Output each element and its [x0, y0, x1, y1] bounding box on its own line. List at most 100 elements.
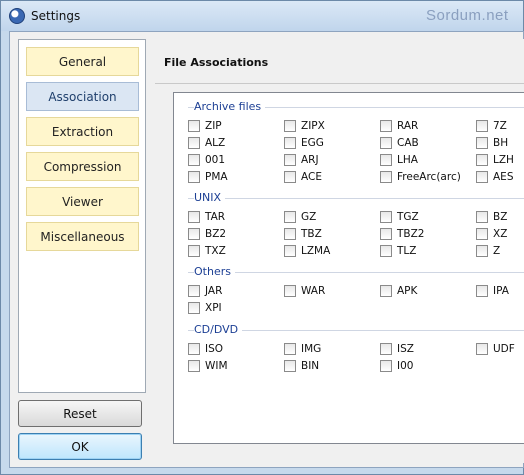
association-option[interactable]: 7Z: [476, 119, 507, 133]
title-bar[interactable]: Settings Sordum.net: [1, 1, 523, 31]
checkbox[interactable]: [476, 171, 488, 183]
checkbox[interactable]: [380, 228, 392, 240]
watermark-text: Sordum.net: [426, 7, 509, 24]
checkbox[interactable]: [284, 171, 296, 183]
checkbox-label: Z: [493, 245, 501, 257]
checkbox[interactable]: [380, 154, 392, 166]
reset-button[interactable]: Reset: [18, 400, 142, 427]
checkbox[interactable]: [188, 137, 200, 149]
association-option[interactable]: XPI: [188, 301, 222, 315]
checkbox[interactable]: [476, 343, 488, 355]
checkbox[interactable]: [188, 228, 200, 240]
association-option[interactable]: TAR: [188, 210, 225, 224]
association-option[interactable]: GZ: [284, 210, 316, 224]
association-option[interactable]: ISO: [188, 342, 223, 356]
checkbox[interactable]: [284, 285, 296, 297]
association-option[interactable]: 001: [188, 153, 225, 167]
checkbox[interactable]: [380, 343, 392, 355]
checkbox[interactable]: [188, 285, 200, 297]
checkbox[interactable]: [380, 137, 392, 149]
association-option[interactable]: BZ: [476, 210, 507, 224]
association-option[interactable]: TGZ: [380, 210, 419, 224]
association-option[interactable]: IMG: [284, 342, 321, 356]
checkbox[interactable]: [380, 245, 392, 257]
association-option[interactable]: I00: [380, 359, 413, 373]
association-option[interactable]: IPA: [476, 284, 509, 298]
checkbox-label: LHA: [397, 154, 418, 166]
checkbox-label: ZIPX: [301, 120, 325, 132]
nav-compression-button[interactable]: Compression: [26, 152, 139, 181]
checkbox[interactable]: [284, 343, 296, 355]
checkbox[interactable]: [476, 228, 488, 240]
association-option[interactable]: FreeArc(arc): [380, 170, 461, 184]
association-option[interactable]: ISZ: [380, 342, 414, 356]
association-option[interactable]: WAR: [284, 284, 325, 298]
checkbox-label: WIM: [205, 360, 228, 372]
association-option[interactable]: ALZ: [188, 136, 225, 150]
file-associations-panel: File Associations Archive files ZIP ZIPX RA…: [155, 39, 524, 463]
nav-general-button[interactable]: General: [26, 47, 139, 76]
association-option[interactable]: EGG: [284, 136, 324, 150]
association-option[interactable]: LZH: [476, 153, 514, 167]
checkbox-label: ISZ: [397, 343, 414, 355]
checkbox[interactable]: [476, 245, 488, 257]
checkbox[interactable]: [188, 154, 200, 166]
association-option[interactable]: BIN: [284, 359, 319, 373]
checkbox[interactable]: [188, 360, 200, 372]
checkbox[interactable]: [476, 285, 488, 297]
checkbox[interactable]: [284, 360, 296, 372]
checkbox[interactable]: [476, 154, 488, 166]
association-option[interactable]: BH: [476, 136, 508, 150]
association-option[interactable]: ZIPX: [284, 119, 325, 133]
checkbox[interactable]: [188, 211, 200, 223]
checkbox[interactable]: [284, 211, 296, 223]
checkbox[interactable]: [476, 120, 488, 132]
checkbox[interactable]: [476, 211, 488, 223]
checkbox-label: LZH: [493, 154, 514, 166]
nav-miscellaneous-button[interactable]: Miscellaneous: [26, 222, 139, 251]
checkbox[interactable]: [284, 154, 296, 166]
association-option[interactable]: ARJ: [284, 153, 319, 167]
checkbox[interactable]: [188, 245, 200, 257]
checkbox-label: ARJ: [301, 154, 319, 166]
association-option[interactable]: ZIP: [188, 119, 222, 133]
checkbox[interactable]: [284, 245, 296, 257]
association-option[interactable]: XZ: [476, 227, 507, 241]
nav-association-button[interactable]: Association: [26, 82, 139, 111]
association-option[interactable]: APK: [380, 284, 417, 298]
checkbox[interactable]: [476, 137, 488, 149]
association-option[interactable]: WIM: [188, 359, 228, 373]
checkbox[interactable]: [188, 302, 200, 314]
checkbox[interactable]: [188, 171, 200, 183]
nav-extraction-button[interactable]: Extraction: [26, 117, 139, 146]
checkbox[interactable]: [380, 211, 392, 223]
checkbox[interactable]: [284, 228, 296, 240]
association-option[interactable]: UDF: [476, 342, 515, 356]
checkbox[interactable]: [380, 360, 392, 372]
checkbox[interactable]: [188, 343, 200, 355]
association-option[interactable]: TXZ: [188, 244, 226, 258]
association-option[interactable]: BZ2: [188, 227, 226, 241]
checkbox[interactable]: [284, 137, 296, 149]
checkbox[interactable]: [284, 120, 296, 132]
association-option[interactable]: TLZ: [380, 244, 416, 258]
association-option[interactable]: LZMA: [284, 244, 330, 258]
checkbox[interactable]: [380, 120, 392, 132]
association-option[interactable]: TBZ: [284, 227, 322, 241]
checkbox[interactable]: [380, 285, 392, 297]
association-option[interactable]: RAR: [380, 119, 418, 133]
association-option[interactable]: TBZ2: [380, 227, 425, 241]
association-option[interactable]: PMA: [188, 170, 228, 184]
association-option[interactable]: LHA: [380, 153, 418, 167]
association-option[interactable]: Z: [476, 244, 500, 258]
association-option[interactable]: CAB: [380, 136, 419, 150]
checkbox[interactable]: [188, 120, 200, 132]
checkbox[interactable]: [380, 171, 392, 183]
checkbox-label: ZIP: [205, 120, 222, 132]
association-option[interactable]: JAR: [188, 284, 222, 298]
association-option[interactable]: ACE: [284, 170, 322, 184]
nav-viewer-button[interactable]: Viewer: [26, 187, 139, 216]
ok-button[interactable]: OK: [18, 433, 142, 460]
checkbox-label: TLZ: [397, 245, 417, 257]
association-option[interactable]: AES: [476, 170, 513, 184]
